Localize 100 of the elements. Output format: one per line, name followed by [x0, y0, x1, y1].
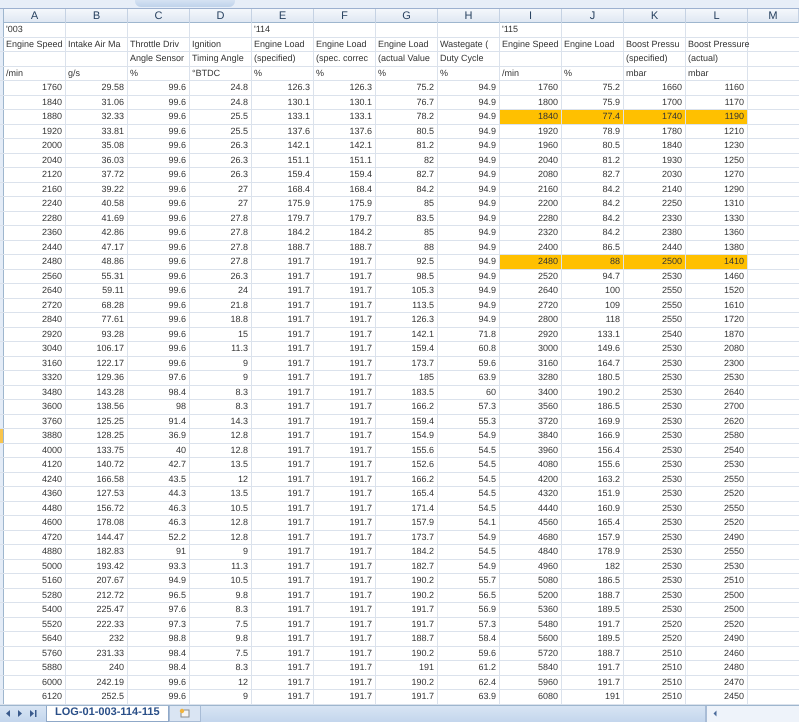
column-header[interactable]: C [128, 9, 190, 23]
row-header[interactable] [0, 96, 4, 109]
row-header[interactable] [0, 632, 4, 646]
row-header[interactable] [0, 530, 4, 544]
row-header[interactable] [0, 516, 4, 530]
row-header[interactable] [0, 676, 4, 689]
row-header[interactable] [0, 197, 4, 210]
sheet-tab[interactable]: LOG-01-003-114-115 [46, 706, 169, 722]
row-header[interactable] [0, 139, 4, 152]
table-cell-text: 191.7 [596, 676, 621, 688]
row-header[interactable] [0, 371, 4, 384]
column-header[interactable]: F [314, 9, 376, 23]
row-header[interactable] [0, 429, 4, 442]
table-cell-text: 188.7 [410, 632, 435, 645]
table-cell-text: 191.7 [348, 270, 373, 282]
table-cell-text: 191.7 [348, 646, 373, 660]
table-cell-text: 2530 [722, 458, 745, 471]
row-header[interactable] [0, 588, 4, 602]
table-cell-text: 5760 [40, 646, 63, 660]
table-cell-text: 225.47 [95, 603, 125, 616]
insert-sheet-tab[interactable] [168, 706, 201, 722]
row-header[interactable] [0, 386, 4, 399]
row-header[interactable] [0, 618, 4, 631]
row-header[interactable] [0, 38, 4, 51]
table-cell-text: 2540 [660, 328, 683, 340]
row-header[interactable] [0, 458, 4, 472]
table-cell-text: 4560 [536, 516, 559, 529]
row-header[interactable] [0, 313, 4, 326]
row-header[interactable] [0, 472, 4, 486]
table-cell-text: 4680 [536, 530, 559, 544]
table-cell-text: 99.6 [167, 270, 187, 282]
table-cell-text: 1870 [722, 328, 745, 340]
row-header[interactable] [0, 168, 4, 182]
column-header[interactable]: M [748, 9, 799, 23]
row-header[interactable] [0, 110, 4, 124]
row-header[interactable] [0, 212, 4, 225]
row-header[interactable] [0, 356, 4, 370]
row-header[interactable] [0, 23, 4, 36]
row-header[interactable] [0, 414, 4, 428]
row-header[interactable] [0, 342, 4, 356]
table-cell-text: 94.9 [167, 574, 187, 587]
column-header[interactable]: E [252, 9, 314, 23]
row-header[interactable] [0, 487, 4, 500]
column-header[interactable]: B [66, 9, 128, 23]
row-header[interactable] [0, 154, 4, 167]
table-cell-text: 191.7 [286, 444, 311, 456]
table-cell-text: 84.2 [601, 212, 621, 224]
row-header[interactable] [0, 66, 4, 80]
table-cell-text: 191.7 [286, 298, 311, 312]
last-sheet-icon[interactable] [28, 709, 38, 718]
row-header[interactable] [0, 574, 4, 588]
row-header[interactable] [0, 690, 4, 704]
table-cell-text: 2530 [660, 560, 683, 572]
table-cell-text: 2040 [40, 154, 63, 166]
table-cell: mbar [688, 68, 709, 78]
next-sheet-icon[interactable] [16, 709, 24, 718]
column-header[interactable]: A [4, 9, 66, 23]
row-header[interactable] [0, 182, 4, 196]
row-header[interactable] [0, 81, 4, 94]
table-cell-text: 4240 [40, 472, 63, 486]
row-header[interactable] [0, 255, 4, 268]
column-header[interactable]: K [624, 9, 686, 23]
row-header[interactable] [0, 444, 4, 457]
column-header[interactable]: L [686, 9, 748, 23]
table-cell-text: 191.7 [348, 342, 373, 355]
row-header[interactable] [0, 603, 4, 616]
row-header[interactable] [0, 400, 4, 414]
row-header[interactable] [0, 646, 4, 660]
row-header[interactable] [0, 240, 4, 254]
table-cell-text: 2550 [660, 313, 683, 326]
row-header[interactable] [0, 226, 4, 240]
row-header[interactable] [0, 661, 4, 674]
new-sheet-icon [178, 708, 192, 719]
table-cell-text: 3400 [536, 386, 559, 398]
table-cell-text: 191.7 [410, 690, 435, 703]
row-header[interactable] [0, 270, 4, 283]
table-cell-text: 46.3 [167, 502, 187, 514]
row-header[interactable] [0, 502, 4, 515]
table-cell-text: 182.83 [95, 545, 125, 558]
horizontal-scrollbar[interactable] [705, 706, 799, 722]
previous-sheet-icon[interactable] [4, 709, 12, 718]
table-cell-text: 191.7 [348, 676, 373, 688]
column-header[interactable]: I [500, 9, 562, 23]
table-cell-text: 83.5 [415, 212, 435, 224]
column-header[interactable]: G [376, 9, 438, 23]
row-header[interactable] [0, 545, 4, 558]
column-header[interactable]: J [562, 9, 624, 23]
table-cell-text: 9.8 [234, 632, 249, 645]
row-header[interactable] [0, 328, 4, 341]
table-cell-text: 12.8 [229, 530, 249, 544]
column-header[interactable]: D [190, 9, 252, 23]
row-header[interactable] [0, 124, 4, 138]
scroll-left-icon[interactable] [711, 709, 719, 718]
table-cell-text: 4000 [40, 444, 63, 456]
table-cell-text: 2250 [660, 197, 683, 210]
row-header[interactable] [0, 560, 4, 573]
column-header[interactable]: H [438, 9, 500, 23]
row-header[interactable] [0, 52, 4, 66]
row-header[interactable] [0, 298, 4, 312]
row-header[interactable] [0, 284, 4, 298]
